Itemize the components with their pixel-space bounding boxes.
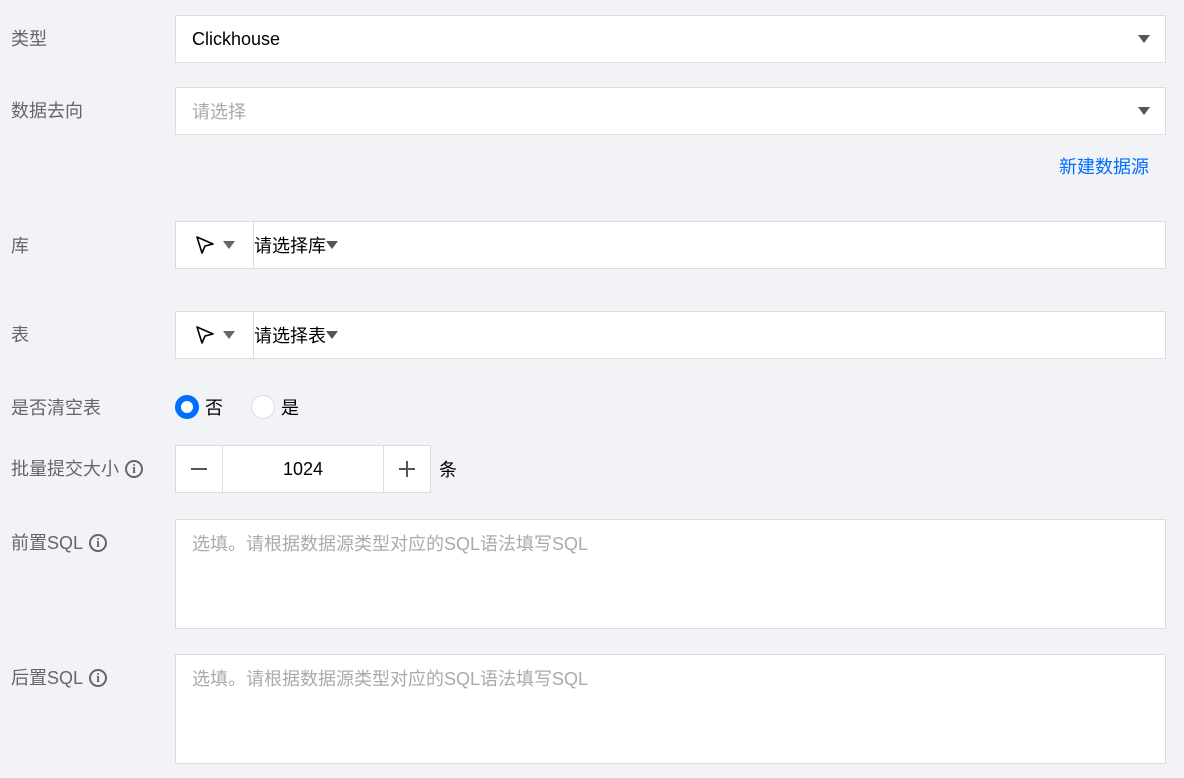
cursor-pointer-icon	[195, 326, 214, 344]
chevron-down-icon	[326, 331, 338, 339]
table-combo: 请选择表	[175, 311, 1166, 359]
truncate-label: 是否清空表	[11, 398, 101, 418]
truncate-radio-no[interactable]: 否	[175, 394, 223, 420]
minus-icon	[191, 468, 207, 470]
info-icon[interactable]: i	[89, 534, 108, 552]
table-select-placeholder: 请选择表	[254, 326, 326, 346]
chevron-down-icon	[222, 331, 235, 339]
plus-icon	[399, 461, 415, 477]
decrement-button[interactable]	[175, 445, 223, 493]
database-mode-select[interactable]	[175, 221, 254, 269]
post-sql-label: 后置SQL i	[11, 667, 108, 689]
database-label: 库	[11, 236, 29, 256]
post-sql-placeholder: 选填。请根据数据源类型对应的SQL语法填写SQL	[192, 669, 589, 689]
table-select[interactable]: 请选择表	[254, 311, 1166, 359]
increment-button[interactable]	[383, 445, 431, 493]
type-select[interactable]: Clickhouse	[175, 15, 1166, 63]
pre-sql-label: 前置SQL i	[11, 532, 108, 554]
pre-sql-textarea[interactable]: 选填。请根据数据源类型对应的SQL语法填写SQL	[175, 519, 1166, 629]
truncate-radio-yes[interactable]: 是	[251, 394, 299, 420]
database-combo: 请选择库	[175, 221, 1166, 269]
batch-size-unit: 条	[439, 460, 457, 480]
database-select-placeholder: 请选择库	[254, 236, 326, 256]
post-sql-textarea[interactable]: 选填。请根据数据源类型对应的SQL语法填写SQL	[175, 654, 1166, 764]
batch-size-stepper: 1024 条	[175, 445, 457, 493]
chevron-down-icon	[1138, 107, 1150, 115]
radio-unchecked-icon	[251, 395, 275, 419]
new-data-source-link[interactable]: 新建数据源	[1059, 153, 1149, 179]
destination-select-placeholder: 请选择	[192, 102, 246, 122]
batch-size-input[interactable]: 1024	[223, 445, 383, 493]
radio-checked-icon	[175, 395, 199, 419]
destination-select[interactable]: 请选择	[175, 87, 1166, 135]
destination-label: 数据去向	[11, 101, 83, 121]
batch-size-label: 批量提交大小 i	[11, 458, 143, 480]
pre-sql-placeholder: 选填。请根据数据源类型对应的SQL语法填写SQL	[192, 534, 589, 554]
table-mode-select[interactable]	[175, 311, 254, 359]
radio-label-yes: 是	[281, 398, 299, 418]
chevron-down-icon	[1138, 35, 1150, 43]
info-icon[interactable]: i	[89, 669, 108, 687]
radio-label-no: 否	[205, 398, 223, 418]
type-select-value: Clickhouse	[192, 28, 281, 49]
chevron-down-icon	[222, 241, 235, 249]
chevron-down-icon	[326, 241, 338, 249]
table-label: 表	[11, 325, 29, 345]
type-label: 类型	[11, 29, 47, 49]
database-select[interactable]: 请选择库	[254, 221, 1166, 269]
truncate-radio-group: 否 是	[175, 394, 327, 420]
cursor-pointer-icon	[195, 236, 214, 254]
info-icon[interactable]: i	[125, 460, 143, 478]
